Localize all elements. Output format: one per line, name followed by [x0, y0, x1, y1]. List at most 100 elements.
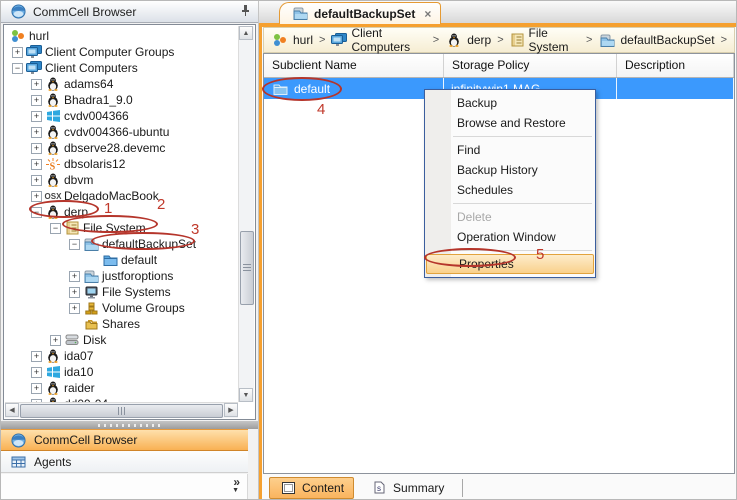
menu-item-backup-history[interactable]: Backup History: [425, 160, 595, 180]
menu-separator: [453, 250, 592, 251]
expand-expander-icon[interactable]: +: [31, 191, 42, 202]
vertical-scroll-thumb[interactable]: [240, 231, 254, 305]
menu-item-backup[interactable]: Backup: [425, 93, 595, 113]
tree-item-file-system[interactable]: −File System: [5, 220, 238, 236]
expand-expander-icon[interactable]: +: [31, 95, 42, 106]
collapse-expander-icon[interactable]: −: [50, 223, 61, 234]
expand-expander-icon[interactable]: +: [69, 303, 80, 314]
pin-icon[interactable]: [241, 4, 250, 20]
expand-expander-icon[interactable]: +: [69, 287, 80, 298]
menu-item-browse-and-restore[interactable]: Browse and Restore: [425, 113, 595, 133]
collapse-expander-icon[interactable]: −: [69, 239, 80, 250]
expand-expander-icon[interactable]: +: [31, 383, 42, 394]
breadcrumb-item-defaultbackupset[interactable]: defaultBackupSet: [598, 33, 714, 47]
horizontal-scroll-thumb[interactable]: [20, 404, 223, 418]
tree-item-disk[interactable]: +Disk: [5, 332, 238, 348]
expand-expander-icon[interactable]: +: [31, 111, 42, 122]
solaris-icon: S: [44, 158, 62, 171]
tree-item-dbserve28-devemc[interactable]: + dbserve28.devemc: [5, 140, 238, 156]
tree-item-hurl[interactable]: hurl: [5, 28, 238, 44]
tree-item-client-computers[interactable]: −Client Computers: [5, 60, 238, 76]
tab-defaultbackupset[interactable]: defaultBackupSet ×: [279, 2, 441, 24]
expand-expander-icon[interactable]: +: [31, 175, 42, 186]
tree-item-adams64[interactable]: + adams64: [5, 76, 238, 92]
tux-icon: [44, 381, 62, 395]
expand-expander-icon[interactable]: +: [31, 351, 42, 362]
tree-item-file-systems[interactable]: +File Systems: [5, 284, 238, 300]
tux-icon: [44, 205, 62, 219]
tree-item-default[interactable]: default: [5, 252, 238, 268]
tab-label: defaultBackupSet: [314, 7, 415, 21]
breadcrumb-item-client-computers[interactable]: Client Computers: [331, 26, 426, 54]
tree-item-bhadra1-9-0[interactable]: +Bhadra1_9.0: [5, 92, 238, 108]
filesystem-doc-icon: [63, 221, 81, 235]
breadcrumb: hurl>Client Computers>derp>File System>d…: [263, 27, 735, 53]
expand-expander-icon[interactable]: +: [31, 143, 42, 154]
breadcrumb-item-hurl[interactable]: hurl: [271, 33, 313, 47]
tux-icon: [44, 93, 62, 107]
menu-item-find[interactable]: Find: [425, 140, 595, 160]
overflow-down-arrow-icon[interactable]: ▼: [232, 487, 239, 494]
tree-item-derp[interactable]: −derp: [5, 204, 238, 220]
folder-row-icon: [271, 83, 289, 95]
agents-table-icon: [9, 456, 27, 468]
tree-item-dbsolaris12[interactable]: +Sdbsolaris12: [5, 156, 238, 172]
tree-vertical-scrollbar[interactable]: ▲ ▼: [238, 26, 254, 402]
tree-item-label: raider: [62, 381, 95, 395]
breadcrumb-separator: >: [319, 34, 325, 46]
bottom-tab-summary[interactable]: sSummary: [360, 477, 454, 499]
scroll-down-icon[interactable]: ▼: [239, 388, 253, 402]
volume-gold-icon: [82, 302, 100, 315]
tree-item-client-computer-groups[interactable]: +Client Computer Groups: [5, 44, 238, 60]
tree-item-defaultbackupset[interactable]: −defaultBackupSet: [5, 236, 238, 252]
tab-close-icon[interactable]: ×: [424, 7, 431, 21]
column-header-description[interactable]: Description: [617, 54, 734, 77]
collapse-expander-icon[interactable]: −: [31, 207, 42, 218]
tree-item-dbvm[interactable]: +dbvm: [5, 172, 238, 188]
tree-item-raider[interactable]: + raider: [5, 380, 238, 396]
nav-button-commcell-browser[interactable]: CommCell Browser: [1, 429, 248, 451]
bottom-tab-label: Content: [302, 481, 344, 495]
menu-item-properties[interactable]: Properties: [426, 254, 594, 274]
tree-item-cvdv004366-ubuntu[interactable]: +cvdv004366-ubuntu: [5, 124, 238, 140]
scroll-right-icon[interactable]: ▶: [224, 403, 238, 417]
expand-expander-icon[interactable]: +: [31, 79, 42, 90]
collapse-expander-icon[interactable]: −: [12, 63, 23, 74]
scroll-up-icon[interactable]: ▲: [239, 26, 253, 40]
menu-separator: [453, 203, 592, 204]
tree-horizontal-scrollbar[interactable]: ◀ ▶: [5, 402, 238, 418]
tree-item-cvdv004366[interactable]: +cvdv004366: [5, 108, 238, 124]
tux-icon: [44, 125, 62, 139]
bottom-tab-bar: Content sSummary: [263, 474, 735, 500]
breadcrumb-item-derp[interactable]: derp: [445, 33, 491, 47]
breadcrumb-item-file-system[interactable]: File System: [510, 26, 580, 54]
panel-splitter[interactable]: [1, 421, 258, 429]
bottom-tab-content[interactable]: Content: [269, 477, 354, 499]
column-header-storage-policy[interactable]: Storage Policy: [444, 54, 617, 77]
scroll-left-icon[interactable]: ◀: [5, 403, 19, 417]
expand-expander-icon[interactable]: +: [69, 271, 80, 282]
commserve-dots-icon: [9, 29, 27, 43]
tree-item-justforoptions[interactable]: +justforoptions: [5, 268, 238, 284]
column-header-subclient-name[interactable]: Subclient Name: [264, 54, 444, 77]
tree-item-shares[interactable]: Shares: [5, 316, 238, 332]
tree-item-delgadomacbook[interactable]: +OSXDelgadoMacBook: [5, 188, 238, 204]
expand-expander-icon[interactable]: +: [50, 335, 61, 346]
tux-icon: [44, 141, 62, 155]
tree-item-label: dbserve28.devemc: [62, 141, 165, 155]
expand-expander-icon[interactable]: +: [31, 127, 42, 138]
tree-item-volume-groups[interactable]: +Volume Groups: [5, 300, 238, 316]
menu-item-operation-window[interactable]: Operation Window: [425, 227, 595, 247]
nav-button-label: Agents: [34, 455, 71, 469]
nav-button-agents[interactable]: Agents: [1, 451, 248, 473]
cell-text: default: [294, 82, 330, 96]
expand-expander-icon[interactable]: +: [31, 367, 42, 378]
tree-item-label: adams64: [62, 77, 113, 91]
menu-item-schedules[interactable]: Schedules: [425, 180, 595, 200]
expand-expander-icon[interactable]: +: [12, 47, 23, 58]
tree-item-ida07[interactable]: +ida07: [5, 348, 238, 364]
tux-icon: [44, 349, 62, 363]
tree-item-ida10[interactable]: +ida10: [5, 364, 238, 380]
expand-expander-icon[interactable]: +: [31, 159, 42, 170]
commcell-globe-icon: [9, 433, 27, 448]
